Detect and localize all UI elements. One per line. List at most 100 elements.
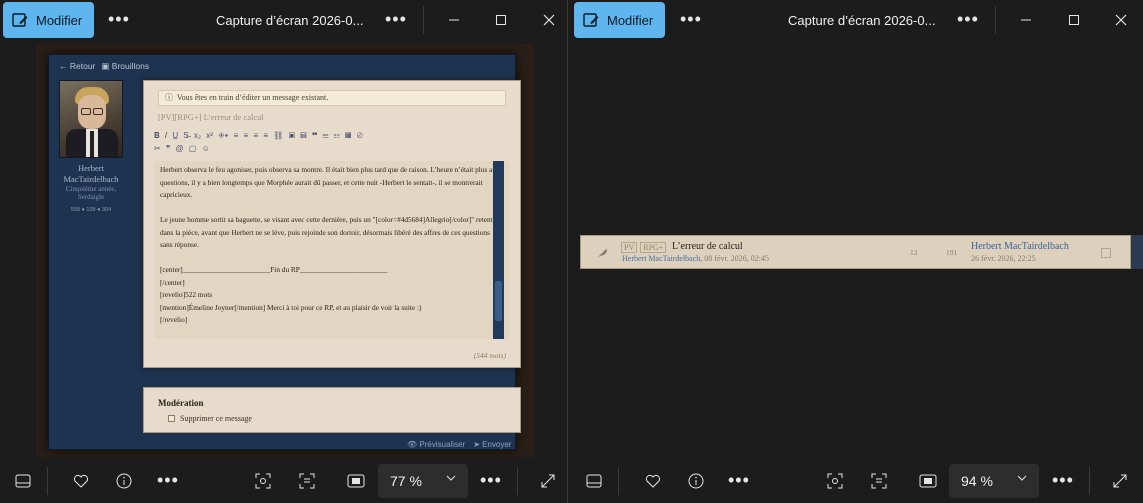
delete-checkbox[interactable] — [168, 415, 175, 422]
form-actions: 👁 Prévisualiser ➤ Envoyer — [407, 440, 511, 449]
zoom-more-icon[interactable]: ••• — [480, 471, 502, 489]
zoom-select[interactable]: 77 % — [378, 464, 468, 498]
visual-search-icon[interactable] — [251, 469, 275, 493]
last-post-author[interactable]: Herbert MacTairdelbach — [971, 241, 1069, 252]
username[interactable]: Herbert MacTairdelbach — [55, 163, 127, 185]
toolbar-divider — [995, 6, 996, 34]
tag-pv: PV — [621, 242, 638, 253]
zoom-value: 77 % — [390, 473, 422, 489]
screenshot-image: ← Retour ▣ Brouillons Herbert MacTairdel… — [36, 44, 534, 457]
chevron-down-icon — [446, 475, 456, 481]
message-textarea[interactable]: Herbert observa le feu agoniser, puis ob… — [154, 161, 509, 339]
quote-mark-icon: ❞ — [165, 144, 171, 153]
go-to-last-post-icon[interactable] — [1101, 248, 1111, 258]
edit-button[interactable]: Modifier — [3, 2, 94, 38]
list-icon: ☰ — [322, 131, 329, 140]
drafts-link[interactable]: ▣ Brouillons — [101, 61, 149, 72]
quote-icon: ❝ — [311, 131, 318, 140]
color-icon: ◈▾ — [218, 131, 229, 140]
title-more-icon[interactable]: ••• — [957, 10, 979, 28]
bold-icon: 𝐁 — [154, 131, 160, 140]
topic-row[interactable]: PV RPG+ L’erreur de calcul Herbert MacTa… — [580, 235, 1131, 269]
topic-title[interactable]: L’erreur de calcul — [672, 241, 743, 252]
italic-icon: 𝐼 — [164, 131, 168, 140]
fullscreen-icon[interactable] — [1108, 469, 1132, 493]
view-count: 191 — [946, 248, 958, 257]
preview-button[interactable]: 👁 Prévisualiser — [407, 440, 465, 449]
info-icon[interactable] — [684, 469, 708, 493]
edit-button-label: Modifier — [36, 12, 83, 28]
topic-tags: PV RPG+ — [621, 242, 667, 253]
filmstrip-icon[interactable] — [11, 469, 35, 493]
favorite-icon[interactable] — [641, 469, 665, 493]
align-center-icon: ≡ — [243, 131, 249, 140]
scrollbar-thumb[interactable] — [495, 281, 502, 321]
topic-meta: Herbert MacTairdelbach, 08 févr. 2026, 0… — [622, 254, 769, 263]
title-more-icon[interactable]: ••• — [385, 10, 407, 28]
more-options-icon[interactable]: ••• — [108, 10, 130, 28]
text-extract-icon[interactable] — [867, 469, 891, 493]
clear-format-icon: ✂ — [154, 144, 161, 153]
last-post-date: 26 févr. 2026, 22:25 — [971, 254, 1036, 263]
send-button[interactable]: ➤ Envoyer — [473, 440, 511, 449]
zoom-select[interactable]: 94 % — [949, 464, 1039, 498]
user-stats: 558 ● 109 ● 304 — [70, 207, 112, 213]
emoji-icon: ☺ — [201, 144, 210, 153]
more-options-icon[interactable]: ••• — [680, 10, 702, 28]
formatting-toolbar[interactable]: 𝐁 𝐼 U̲ S̶ x₂ x² ◈▾ ≡ ≡ ≡ ≡ ⛓ ▣ ▤ ❝ ☰ ☷ ▦… — [154, 129, 514, 157]
media-icon: ▤ — [300, 131, 307, 140]
photo-viewer-left: Modifier ••• Capture d’écran 2026-0... •… — [0, 0, 567, 503]
close-icon[interactable] — [1111, 10, 1131, 30]
edit-image-icon — [12, 13, 28, 27]
message-editor: ⓘ Vous êtes en train d’éditer un message… — [143, 80, 521, 368]
superscript-icon: x² — [206, 131, 213, 140]
quill-icon — [597, 249, 607, 258]
topic-date: , 08 févr. 2026, 02:45 — [700, 254, 769, 263]
mention-icon: @ — [175, 144, 184, 153]
fit-icon[interactable] — [916, 469, 940, 493]
moderation-panel: Modération Supprimer ce message — [143, 387, 521, 433]
bottom-divider — [1089, 467, 1090, 495]
maximize-icon[interactable] — [1064, 10, 1084, 30]
viewer-toolbar: Modifier ••• Capture d’écran 2026-0... •… — [568, 0, 1143, 40]
avatar — [59, 80, 123, 158]
window-title: Capture d’écran 2026-0... — [216, 13, 364, 28]
window-title: Capture d’écran 2026-0... — [788, 13, 936, 28]
more-icon[interactable]: ••• — [728, 471, 750, 489]
reply-count: 12 — [910, 248, 918, 257]
minimize-icon[interactable] — [444, 10, 464, 30]
more-icon[interactable]: ••• — [157, 471, 179, 489]
edit-button[interactable]: Modifier — [574, 2, 665, 38]
word-count: (544 mots) — [473, 351, 506, 360]
zoom-value: 94 % — [961, 473, 993, 489]
edit-notice: ⓘ Vous êtes en train d’éditer un message… — [158, 90, 506, 106]
fit-icon[interactable] — [344, 469, 368, 493]
viewer-bottom-bar: ••• 77 % ••• — [0, 459, 567, 503]
visual-search-icon[interactable] — [823, 469, 847, 493]
numbered-list-icon: ☷ — [333, 131, 340, 140]
close-icon[interactable] — [539, 10, 559, 30]
subject-field[interactable]: [PV][RPG+] L’erreur de calcul — [158, 112, 264, 122]
zoom-more-icon[interactable]: ••• — [1052, 471, 1074, 489]
forum-nav: ← Retour ▣ Brouillons — [59, 61, 149, 72]
delete-message-option[interactable]: Supprimer ce message — [168, 414, 252, 423]
back-link[interactable]: ← Retour — [59, 61, 95, 72]
favorite-icon[interactable] — [69, 469, 93, 493]
info-icon[interactable] — [112, 469, 136, 493]
code-icon: ▢ — [188, 144, 197, 153]
bottom-divider — [47, 467, 48, 495]
hide-icon: ⊘ — [356, 131, 363, 140]
strike-icon: S̶ — [183, 131, 189, 140]
maximize-icon[interactable] — [491, 10, 511, 30]
moderation-title: Modération — [158, 398, 204, 408]
photo-viewer-right: Modifier ••• Capture d’écran 2026-0... •… — [568, 0, 1143, 503]
viewer-bottom-bar: ••• 94 % ••• — [568, 459, 1143, 503]
topic-author[interactable]: Herbert MacTairdelbach — [622, 254, 700, 263]
link-icon: ⛓ — [273, 131, 284, 140]
subscript-icon: x₂ — [193, 131, 202, 140]
minimize-icon[interactable] — [1016, 10, 1036, 30]
bottom-divider — [517, 467, 518, 495]
text-extract-icon[interactable] — [295, 469, 319, 493]
filmstrip-icon[interactable] — [582, 469, 606, 493]
fullscreen-icon[interactable] — [536, 469, 560, 493]
